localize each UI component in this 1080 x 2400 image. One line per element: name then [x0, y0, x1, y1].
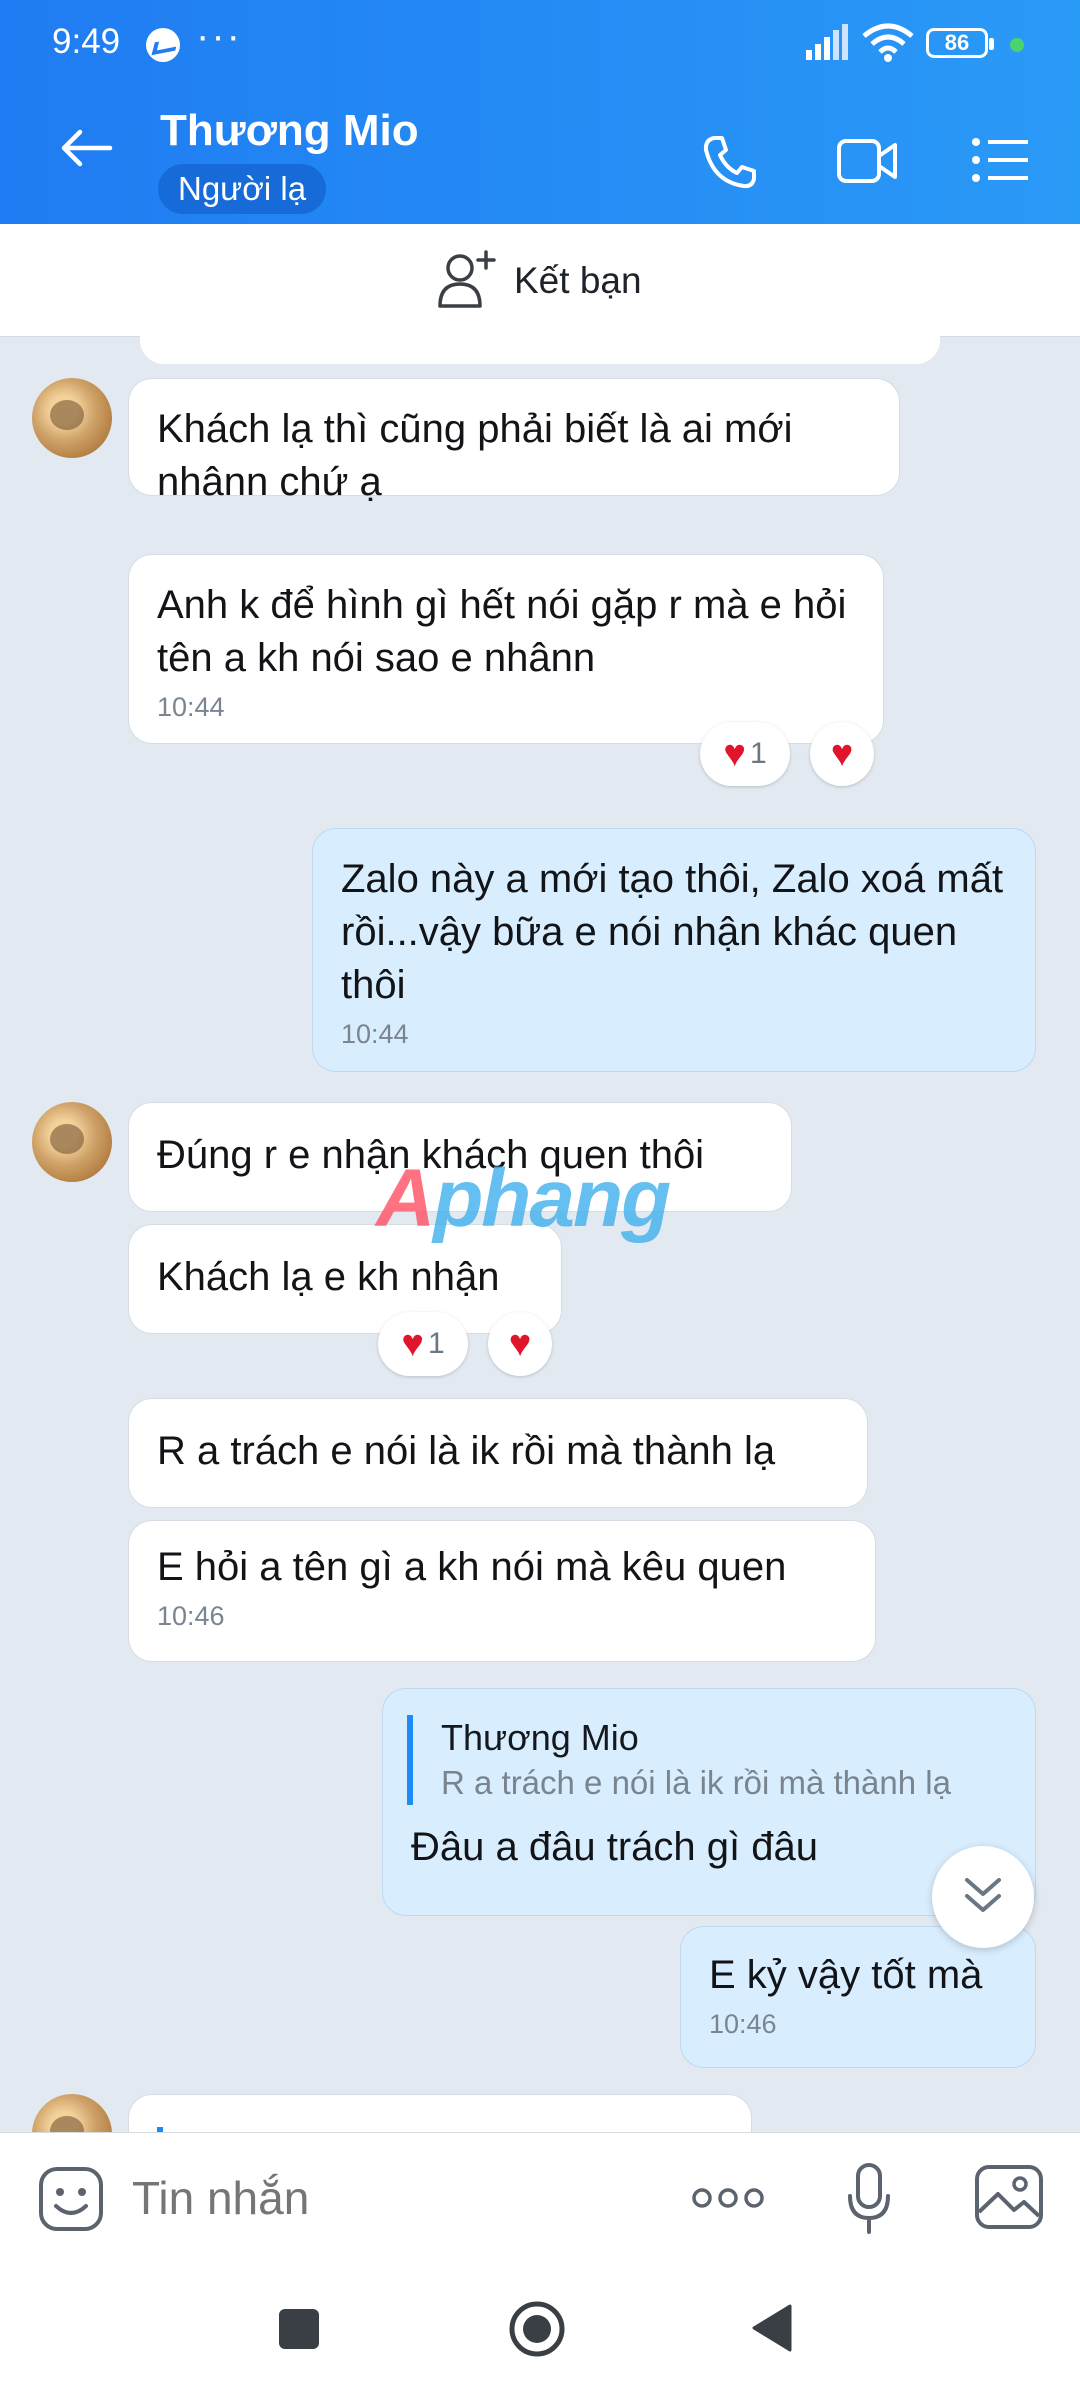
video-icon[interactable]	[836, 136, 900, 186]
message-time: 10:44	[157, 692, 225, 722]
message-text: Khách lạ thì cũng phải biết là ai mới nh…	[157, 407, 793, 504]
message-text: R a trách e nói là ik rồi mà thành lạ	[157, 1429, 776, 1473]
message-text: Anh k để hình gì hết nói gặp r mà e hỏi …	[157, 583, 847, 680]
reaction-count: 1	[427, 1327, 445, 1360]
privacy-dot	[1010, 38, 1024, 52]
signal-icon	[806, 24, 848, 60]
add-friend-icon[interactable]	[436, 248, 500, 310]
wifi-icon	[862, 23, 914, 62]
heart-icon: ♥	[830, 733, 854, 775]
emoji-icon[interactable]	[38, 2166, 104, 2232]
heart-icon: ♥	[508, 1323, 532, 1365]
message-bubble[interactable]	[128, 2094, 752, 2132]
messenger-icon	[146, 28, 180, 62]
menu-icon[interactable]	[972, 138, 1030, 182]
reaction-summary[interactable]: ♥ 1	[700, 722, 790, 786]
message-input[interactable]	[130, 2170, 654, 2226]
arrow-left-icon[interactable]	[58, 128, 114, 168]
add-friend-label[interactable]: Kết bạn	[514, 260, 642, 302]
reaction-summary[interactable]: ♥ 1	[378, 1312, 468, 1376]
image-icon[interactable]	[974, 2164, 1044, 2230]
stranger-badge: Người lạ	[158, 164, 327, 214]
react-button[interactable]: ♥	[488, 1312, 552, 1376]
recents-button[interactable]	[279, 2309, 319, 2349]
status-time: 9:49	[52, 22, 121, 61]
back-triangle-icon[interactable]	[750, 2302, 794, 2354]
more-icon[interactable]	[690, 2186, 766, 2210]
battery-indicator: 86	[926, 28, 994, 58]
quoted-text: R a trách e nói là ik rồi mà thành lạ	[441, 1764, 951, 1801]
message-time: 10:46	[709, 2009, 777, 2039]
message-text: E hỏi a tên gì a kh nói mà kêu quen	[157, 1545, 787, 1589]
message-bubble[interactable]: Zalo này a mới tạo thôi, Zalo xoá mất rồ…	[312, 828, 1036, 1072]
message-time: 10:46	[157, 1601, 225, 1631]
message-text: Khách lạ e kh nhận	[157, 1255, 500, 1299]
contact-name[interactable]: Thương Mio	[160, 106, 419, 156]
previous-bubble	[140, 336, 940, 364]
message-bubble[interactable]: E hỏi a tên gì a kh nói mà kêu quen 10:4…	[128, 1520, 876, 1662]
message-bubble[interactable]: Khách lạ thì cũng phải biết là ai mới nh…	[128, 378, 900, 504]
quoted-sender: Thương Mio	[441, 1717, 639, 1758]
message-bubble[interactable]: R a trách e nói là ik rồi mà thành lạ	[128, 1398, 868, 1508]
phone-icon[interactable]	[700, 132, 760, 192]
scroll-to-bottom-button[interactable]	[932, 1846, 1034, 1948]
message-text: E kỷ vậy tốt mà	[709, 1953, 983, 1997]
heart-icon: ♥	[401, 1323, 424, 1365]
message-text: Zalo này a mới tạo thôi, Zalo xoá mất rồ…	[341, 857, 1004, 1007]
message-time: 10:44	[341, 1019, 409, 1049]
react-button[interactable]: ♥	[810, 722, 874, 786]
double-chevron-down-icon	[965, 1878, 1001, 1912]
watermark: Aphang	[376, 1153, 671, 1244]
heart-icon: ♥	[723, 733, 746, 775]
message-text: Đâu a đâu trách gì đâu	[411, 1825, 818, 1869]
avatar[interactable]	[32, 2094, 112, 2132]
quoted-message[interactable]: Thương Mio R a trách e nói là ik rồi mà …	[407, 1715, 1007, 1805]
chat-header: 9:49 ··· 86 Thương Mio Người lạ	[0, 0, 1080, 224]
reaction-count: 1	[749, 737, 767, 770]
home-icon[interactable]	[508, 2300, 566, 2358]
avatar[interactable]	[32, 1102, 112, 1182]
message-bubble[interactable]: Anh k để hình gì hết nói gặp r mà e hỏi …	[128, 554, 884, 744]
avatar[interactable]	[32, 378, 112, 458]
mic-icon[interactable]	[846, 2162, 892, 2234]
more-notifications-icon: ···	[196, 14, 242, 58]
